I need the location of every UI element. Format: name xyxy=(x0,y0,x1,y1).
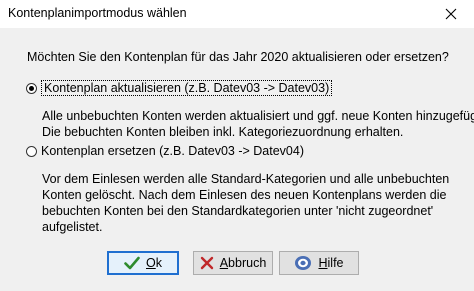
help-label: Hilfe xyxy=(318,256,344,270)
dialog-body: Möchten Sie den Kontenplan für das Jahr … xyxy=(0,28,474,291)
radio-update[interactable] xyxy=(26,82,37,94)
description-line: aufgelistet. xyxy=(42,220,103,234)
option-update-description: Alle unbebuchten Konten werden aktualisi… xyxy=(42,108,474,140)
radio-replace[interactable] xyxy=(26,145,37,157)
ok-button[interactable]: Ok xyxy=(107,251,179,275)
prompt-text: Möchten Sie den Kontenplan für das Jahr … xyxy=(27,50,449,64)
cancel-label: Abbruch xyxy=(219,256,267,270)
ok-label: Ok xyxy=(146,256,162,270)
description-line: Die bebuchten Konten bleiben inkl. Kateg… xyxy=(42,125,404,139)
title-bar: Kontenplanimportmodus wählen xyxy=(0,0,474,28)
option-update[interactable]: Kontenplan aktualisieren (z.B. Datev03 -… xyxy=(26,80,333,96)
window-title: Kontenplanimportmodus wählen xyxy=(8,6,187,20)
description-line: Vor dem Einlesen werden alle Standard-Ka… xyxy=(42,172,450,186)
checkmark-icon xyxy=(124,256,140,270)
option-replace[interactable]: Kontenplan ersetzen (z.B. Datev03 -> Dat… xyxy=(26,144,304,158)
description-line: bebuchten Konten bei den Standardkategor… xyxy=(42,204,434,218)
close-button[interactable] xyxy=(428,0,474,28)
close-icon xyxy=(445,8,457,20)
option-replace-description: Vor dem Einlesen werden alle Standard-Ka… xyxy=(42,171,449,235)
x-icon xyxy=(200,256,214,270)
help-icon xyxy=(294,255,312,271)
option-replace-label[interactable]: Kontenplan ersetzen (z.B. Datev03 -> Dat… xyxy=(41,144,304,158)
description-line: Alle unbebuchten Konten werden aktualisi… xyxy=(42,109,474,123)
cancel-button[interactable]: Abbruch xyxy=(193,251,273,275)
description-line: Konten gelöscht. Nach dem Einlesen des n… xyxy=(42,188,447,202)
option-update-label[interactable]: Kontenplan aktualisieren (z.B. Datev03 -… xyxy=(41,80,333,96)
help-button[interactable]: Hilfe xyxy=(279,251,359,275)
